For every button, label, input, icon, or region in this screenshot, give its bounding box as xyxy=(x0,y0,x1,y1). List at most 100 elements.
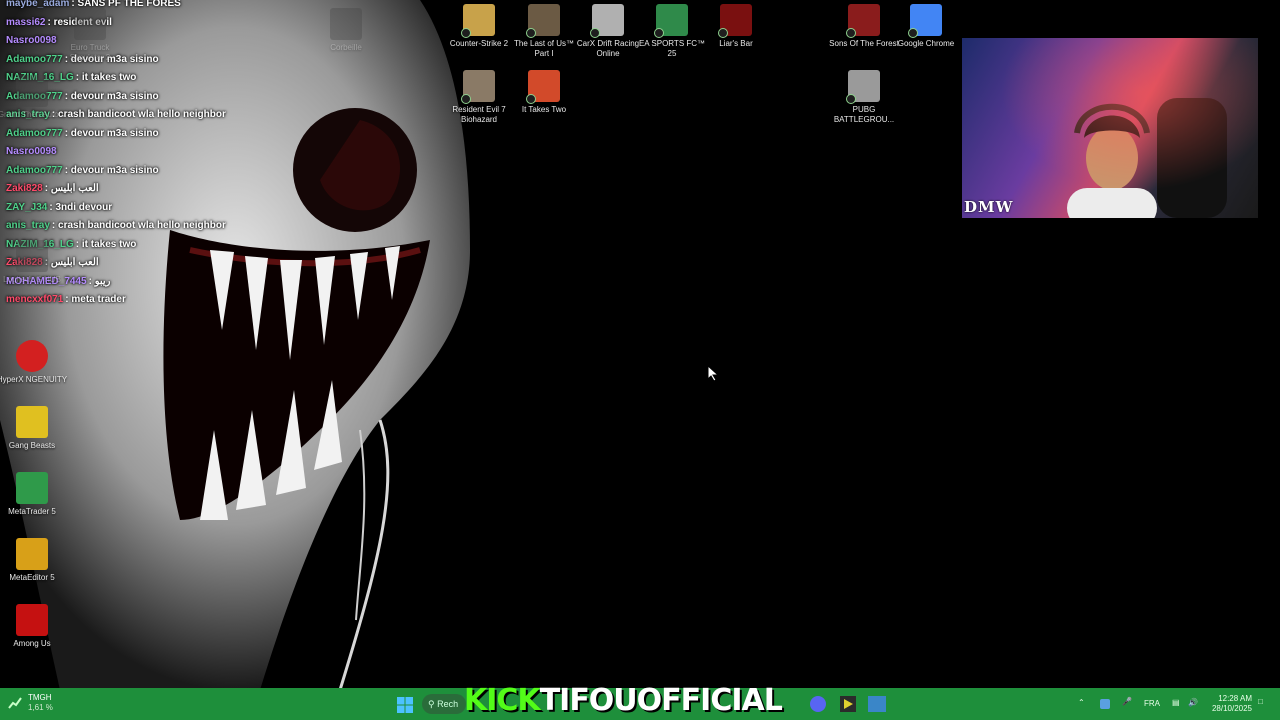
liars-bar-icon xyxy=(718,4,752,38)
desktop-icon[interactable]: Liar's Bar xyxy=(699,4,773,49)
shortcut-badge-icon xyxy=(718,28,728,38)
taskbar-search-box[interactable]: ⚲ Rech xyxy=(422,694,466,714)
chevron-up-icon[interactable]: ⌃ xyxy=(1078,698,1085,707)
desktop-icon[interactable]: PUBG BATTLEGROU... xyxy=(827,70,901,125)
photos-taskbar-icon[interactable] xyxy=(868,696,886,712)
stock-up-icon xyxy=(8,697,22,709)
hyperx-icon xyxy=(16,340,48,372)
among-us-icon xyxy=(16,604,48,636)
shortcut-badge-icon xyxy=(590,28,600,38)
desktop-icon[interactable]: It Takes Two xyxy=(507,70,581,115)
shortcut-badge-icon xyxy=(908,28,918,38)
desktop-icon[interactable]: Resident Evil 7 Biohazard xyxy=(442,70,516,125)
shortcut-badge-icon xyxy=(846,94,856,104)
network-icon[interactable]: ▤ xyxy=(1172,698,1180,707)
chat-text: it takes two xyxy=(81,72,137,83)
shortcut-badge-icon xyxy=(526,28,536,38)
desktop-icon[interactable]: Grand Theft Auto V xyxy=(0,75,69,120)
desktop-icon-label: Logitech G HUB xyxy=(3,275,61,284)
desktop-icon[interactable]: MetaEditor 5 xyxy=(0,538,69,583)
chat-username: ZAY_J34 xyxy=(6,201,48,213)
chat-username: Nasro0098 xyxy=(6,35,57,46)
clock[interactable]: 12:28 AM 28/10/2025 xyxy=(1206,694,1252,714)
desktop-icon-label: MetaEditor 5 xyxy=(9,573,55,582)
desktop-icon-label: Among Us xyxy=(13,639,51,648)
desktop-icon[interactable]: CarX Drift Racing Online xyxy=(571,4,645,59)
chat-text: it takes two xyxy=(81,238,137,250)
desktop-icon[interactable]: Corbeille xyxy=(309,8,383,53)
chrome-icon xyxy=(908,4,942,38)
shortcut-badge-icon xyxy=(654,28,664,38)
desktop-icon[interactable]: HyperX NGENUITY xyxy=(0,340,69,385)
stock-ticker-widget[interactable]: TMGH 1,61 % xyxy=(8,693,53,713)
mouse-cursor-icon xyxy=(708,366,720,382)
search-placeholder: Rech xyxy=(437,699,459,709)
logitech-icon xyxy=(16,240,48,272)
desktop-icon-label: PUBG BATTLEGROU... xyxy=(833,105,895,124)
chat-message: Adamoo777: devour m3a sisino xyxy=(6,128,159,139)
chat-username: Adamoo777 xyxy=(6,127,63,139)
chat-message: mencxxf071: meta trader xyxy=(6,294,126,305)
ets2-icon xyxy=(74,8,106,40)
desktop-icon-label: HyperX NGENUITY xyxy=(0,375,68,384)
desktop-icon-label: Grand Theft Auto V xyxy=(0,110,67,119)
volume-icon[interactable]: 🔊 xyxy=(1188,698,1198,707)
chat-username: Nasro0098 xyxy=(6,146,57,157)
cs2-icon xyxy=(461,4,495,38)
discord-taskbar-icon[interactable] xyxy=(810,696,826,712)
it-takes-two-icon xyxy=(526,70,560,104)
desktop-icon[interactable]: Google Chrome xyxy=(889,4,963,49)
cloud-icon[interactable] xyxy=(1100,699,1110,709)
windows-start-icon[interactable] xyxy=(396,696,414,714)
chat-message: anis_tray: crash bandicoot wla hello nei… xyxy=(6,220,226,231)
carx-icon xyxy=(590,4,624,38)
re7-icon xyxy=(461,70,495,104)
ticker-value: 1,61 % xyxy=(28,703,53,712)
channel-name: TIFOUOFFICIAL xyxy=(539,683,783,718)
ticker-name: TMGH xyxy=(28,693,52,702)
chat-text: crash bandicoot wla hello neighbor xyxy=(58,109,226,120)
notification-icon[interactable]: □ xyxy=(1258,697,1263,706)
kick-logo-text: KICK xyxy=(464,683,541,718)
chat-username: Zaki828 xyxy=(6,183,43,194)
kick-channel-overlay: KICKTIFOUOFFICIAL xyxy=(464,683,783,719)
desktop-icon[interactable]: Counter-Strike 2 xyxy=(442,4,516,49)
gta-icon xyxy=(16,75,48,107)
webcam-logo-text: DMW xyxy=(964,198,1014,216)
tlou-icon xyxy=(526,4,560,38)
language-indicator[interactable]: FRA xyxy=(1144,699,1160,708)
chat-message: Adamoo777: devour m3a sisino xyxy=(6,165,159,176)
chat-message: ZAY_J34: 3ndi devour xyxy=(6,202,112,213)
desktop-icon[interactable]: EA SPORTS FC™ 25 xyxy=(635,4,709,59)
desktop-icon-label: MetaTrader 5 xyxy=(8,507,56,516)
desktop-icon[interactable]: The Last of Us™ Part I xyxy=(507,4,581,59)
chat-message: Nasro0098 xyxy=(6,35,59,46)
chat-text: meta trader xyxy=(71,294,126,305)
desktop-icon-label: CarX Drift Racing Online xyxy=(576,39,640,58)
pubg-icon xyxy=(846,70,880,104)
desktop-icon[interactable]: Gang Beasts xyxy=(0,406,69,451)
microphone-icon[interactable]: 🎤 xyxy=(1122,697,1132,706)
desktop-icon[interactable]: Logitech G HUB xyxy=(0,240,69,285)
clock-date: 28/10/2025 xyxy=(1211,704,1252,713)
chat-text: crash bandicoot wla hello neighbor xyxy=(58,220,226,231)
shortcut-badge-icon xyxy=(526,94,536,104)
desktop-icon[interactable]: Among Us xyxy=(0,604,69,649)
skull-wallpaper xyxy=(0,0,470,690)
desktop-icon-label: Resident Evil 7 Biohazard xyxy=(452,105,506,124)
chat-text: devour m3a sisino xyxy=(70,164,159,176)
chat-username: massi62 xyxy=(6,16,46,28)
desktop-icon[interactable]: MetaTrader 5 xyxy=(0,472,69,517)
search-icon: ⚲ xyxy=(428,699,435,709)
desktop-icon-label: Euro Truck Simulator 2 xyxy=(69,43,111,62)
app-taskbar-icon[interactable] xyxy=(840,696,856,712)
desktop-icon-label: Corbeille xyxy=(330,43,362,52)
desktop-icon-label: EA SPORTS FC™ 25 xyxy=(638,39,706,58)
recycle-bin-icon xyxy=(330,8,362,40)
clock-time: 12:28 AM xyxy=(1218,694,1252,703)
chat-text: ريبو xyxy=(94,275,111,287)
desktop-icon-label: Counter-Strike 2 xyxy=(449,39,509,48)
chat-username: Adamoo777 xyxy=(6,164,63,176)
chat-username: anis_tray xyxy=(6,220,50,231)
desktop-icon[interactable]: Euro Truck Simulator 2 xyxy=(53,8,127,63)
